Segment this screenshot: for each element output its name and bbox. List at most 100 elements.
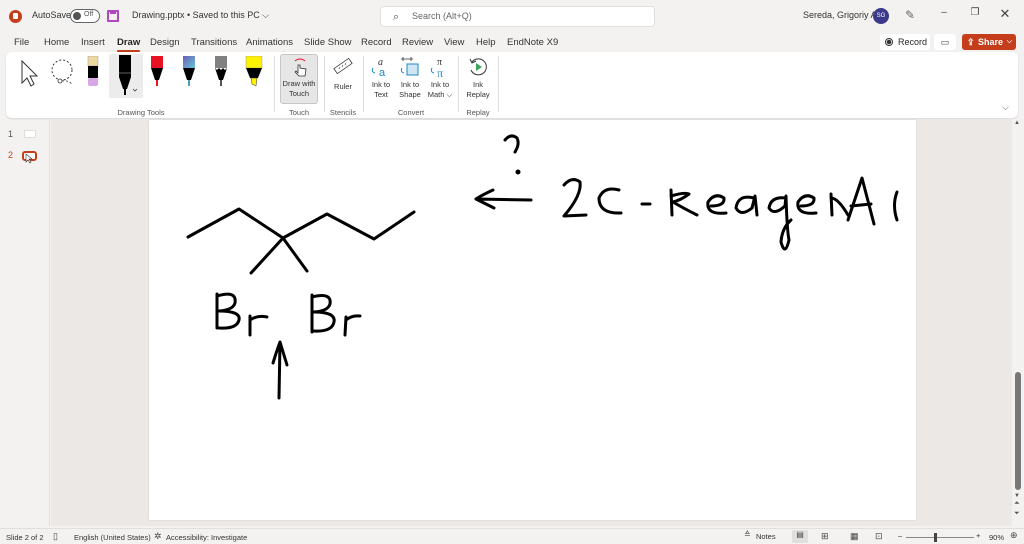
group-label-drawing-tools: Drawing Tools — [117, 108, 165, 117]
save-icon[interactable] — [107, 10, 119, 22]
highlighter-icon[interactable] — [244, 56, 264, 88]
chevron-down-icon: ⌵ — [1006, 38, 1012, 45]
ink-to-text-button[interactable]: a a Ink to Text — [368, 54, 394, 104]
group-label-convert: Convert — [397, 108, 425, 117]
avatar[interactable]: SG — [873, 8, 889, 24]
record-button[interactable]: Record — [880, 34, 930, 50]
lasso-select-icon[interactable] — [48, 58, 78, 88]
tab-endnote[interactable]: EndNote X9 — [507, 37, 558, 48]
ribbon-separator — [274, 56, 275, 112]
vertical-scrollbar[interactable]: ▲ ▼ ⏶ ⏷ — [1012, 120, 1024, 526]
ribbon-separator — [324, 56, 325, 112]
autosave-label: AutoSave — [32, 10, 72, 20]
svg-text:π: π — [437, 66, 443, 78]
comments-button[interactable]: ▭ — [934, 34, 956, 50]
tab-design[interactable]: Design — [150, 37, 180, 48]
ink-bond-chain — [186, 207, 416, 241]
slide-sorter-view-icon[interactable]: ⊞ — [821, 531, 829, 542]
tab-file[interactable]: File — [14, 37, 29, 48]
ink-letter-R — [669, 188, 699, 217]
ink-letter-e2 — [796, 194, 818, 215]
ink-to-shape-button[interactable]: Ink to Shape — [396, 54, 424, 104]
user-name[interactable]: Sereda, Grigoriy A — [803, 10, 877, 20]
tab-help[interactable]: Help — [476, 37, 496, 48]
title-bar: AutoSave Off Drawing.pptx • Saved to thi… — [0, 0, 1024, 33]
ink-br-left-r — [248, 314, 269, 337]
slide-thumbnail-1[interactable] — [24, 130, 36, 138]
language-indicator[interactable]: English (United States) — [74, 533, 151, 542]
zoom-in-button[interactable]: + — [976, 531, 980, 540]
search-input[interactable]: ⌕ Search (Alt+Q) — [380, 6, 655, 27]
autosave-toggle[interactable]: Off — [70, 9, 100, 23]
accessibility-status[interactable]: Accessibility: Investigate — [166, 533, 247, 542]
next-slide-icon[interactable]: ⏷ — [1014, 510, 1020, 518]
ink-bond-right — [281, 236, 309, 273]
ink-digit-2 — [562, 178, 588, 218]
ink-letter-g — [767, 194, 793, 251]
ribbon-separator — [498, 56, 499, 112]
ruler-button[interactable]: Ruler — [328, 54, 358, 104]
ink-up-arrow — [271, 340, 289, 400]
ink-question-mark — [503, 134, 520, 154]
previous-slide-icon[interactable]: ⏶ — [1014, 500, 1020, 508]
group-label-stencils: Stencils — [329, 108, 357, 117]
red-pen-icon[interactable] — [150, 56, 164, 88]
ink-to-math-button[interactable]: π π Ink to Math ⌵ — [426, 54, 454, 104]
slide-canvas[interactable] — [149, 120, 916, 520]
share-icon: ⇪ — [967, 37, 975, 47]
tab-view[interactable]: View — [444, 37, 464, 48]
group-label-replay: Replay — [466, 108, 490, 117]
slide-show-view-icon[interactable]: ⊡ — [875, 531, 883, 542]
notes-button[interactable]: Notes — [756, 532, 776, 541]
ink-br-right-r — [343, 314, 362, 337]
select-arrow-icon[interactable] — [18, 58, 42, 88]
scroll-up-icon[interactable]: ▲ — [1014, 120, 1020, 126]
group-label-touch: Touch — [288, 108, 309, 117]
designer-pen-icon[interactable]: ✎ — [905, 8, 915, 22]
tab-draw[interactable]: Draw — [117, 37, 141, 52]
slide-number-1: 1 — [8, 129, 14, 139]
tab-review[interactable]: Review — [402, 37, 433, 48]
black-pen-icon[interactable] — [116, 55, 138, 97]
ink-replay-icon — [469, 58, 487, 76]
share-button[interactable]: ⇪ Share ⌵ — [962, 34, 1016, 50]
ink-to-math-label: Ink to Math ⌵ — [427, 80, 453, 99]
ink-to-text-label: Ink to Text — [371, 80, 391, 99]
zoom-slider[interactable] — [906, 537, 974, 538]
powerpoint-logo-icon — [9, 10, 22, 23]
reading-view-icon[interactable]: ▦ — [850, 531, 859, 542]
slide-number-2: 2 — [8, 150, 14, 160]
tab-record[interactable]: Record — [361, 37, 392, 48]
fit-slide-icon[interactable]: ⊕ — [1010, 530, 1018, 541]
eraser-icon[interactable] — [86, 56, 100, 88]
close-button[interactable]: ✕ — [996, 6, 1014, 24]
tab-home[interactable]: Home — [44, 37, 69, 48]
document-title[interactable]: Drawing.pptx • Saved to this PC ⌵ — [132, 10, 269, 21]
spelling-check-icon[interactable]: ▯ — [53, 531, 58, 542]
draw-with-touch-label: Draw with Touch — [282, 79, 316, 98]
ink-br-left-B — [215, 292, 241, 330]
minimize-button[interactable]: – — [935, 7, 953, 25]
accessibility-icon[interactable]: ✲ — [154, 531, 162, 542]
scrollbar-thumb[interactable] — [1015, 372, 1021, 490]
draw-with-touch-button[interactable]: Draw with Touch — [280, 54, 318, 104]
ink-replay-button[interactable]: Ink Replay — [462, 54, 494, 104]
tab-transitions[interactable]: Transitions — [191, 37, 237, 48]
tab-animations[interactable]: Animations — [246, 37, 293, 48]
ink-br-right-B — [310, 293, 336, 334]
search-placeholder: Search (Alt+Q) — [412, 11, 472, 21]
slide-thumbnail-pane: 1 2 — [0, 120, 50, 526]
zoom-out-button[interactable]: – — [898, 531, 902, 540]
svg-text:a: a — [379, 67, 386, 78]
scroll-down-icon[interactable]: ▼ — [1014, 493, 1020, 499]
tab-insert[interactable]: Insert — [81, 37, 105, 48]
galaxy-pen-icon[interactable] — [182, 56, 196, 88]
normal-view-button[interactable]: ▤ — [792, 530, 808, 543]
pencil-icon[interactable] — [214, 56, 228, 88]
notes-icon: ≙ — [744, 530, 751, 539]
zoom-level[interactable]: 90% — [989, 533, 1004, 542]
tab-slide-show[interactable]: Slide Show — [304, 37, 352, 48]
restore-button[interactable]: ❐ — [966, 7, 984, 25]
zoom-slider-thumb[interactable] — [934, 533, 937, 542]
collapse-ribbon-icon[interactable]: ⌵ — [1002, 102, 1009, 113]
